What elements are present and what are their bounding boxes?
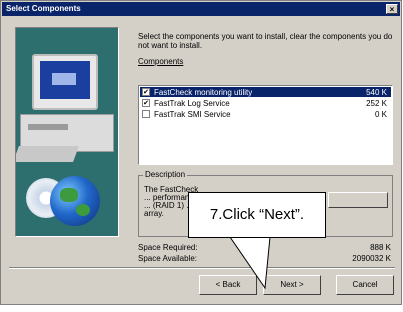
instruction-callout: 7.Click “Next”. xyxy=(188,192,326,238)
callout-pointer xyxy=(229,236,271,290)
